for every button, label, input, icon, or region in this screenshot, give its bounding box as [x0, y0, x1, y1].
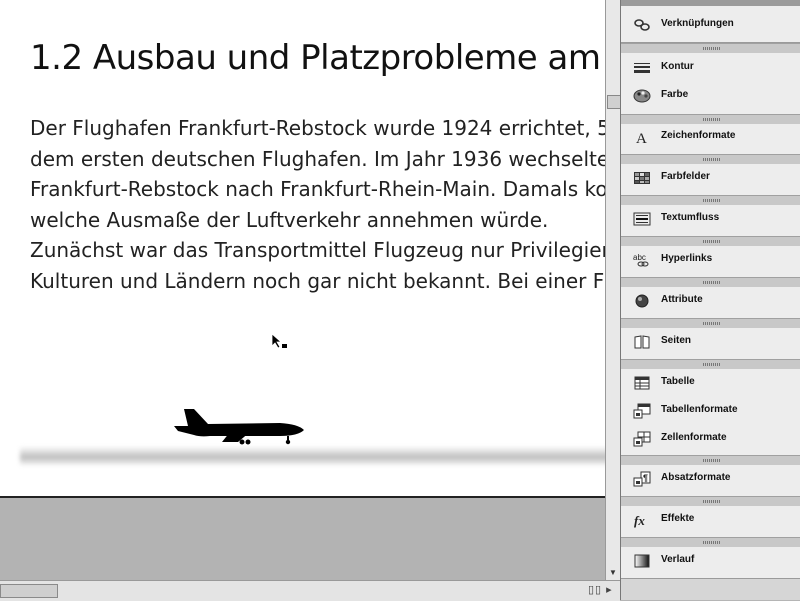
vertical-scroll-thumb[interactable] — [607, 95, 621, 109]
panel-group: Verknüpfungen — [621, 6, 800, 43]
panel-item-label: Hyperlinks — [661, 253, 713, 264]
page-heading: 1.2 Ausbau und Platzprobleme am Fra — [30, 38, 609, 78]
panel-item-stroke[interactable]: Kontur — [621, 55, 800, 81]
panel-item-text-wrap[interactable]: Textumfluss — [621, 206, 800, 232]
effects-icon: fx — [634, 513, 645, 528]
panel-grip[interactable] — [621, 114, 800, 124]
panel-item-links[interactable]: Verknüpfungen — [621, 12, 800, 38]
scroll-arrows-icon[interactable]: ▯▯ ▸ — [588, 583, 613, 596]
panel-item-label: Verlauf — [661, 554, 695, 565]
text-wrap-icon — [633, 212, 651, 226]
panel-grip[interactable] — [621, 455, 800, 465]
runway-graphic — [20, 446, 608, 466]
panel-item-hyperlinks[interactable]: abc Hyperlinks — [621, 247, 800, 273]
panel-group: Tabelle Tabellenformate Zellenformate — [621, 369, 800, 456]
panel-grip[interactable] — [621, 236, 800, 246]
panel-group: Farbfelder — [621, 164, 800, 196]
body-line: Frankfurt-Rebstock nach Frankfurt-Rhein-… — [30, 177, 609, 201]
panel-dock: Verknüpfungen Kontur Farbe A Zeichenform… — [620, 0, 800, 600]
panel-item-label: Absatzformate — [661, 472, 731, 483]
pages-icon — [634, 335, 650, 349]
svg-text:A: A — [636, 131, 647, 145]
panel-group: Verlauf — [621, 547, 800, 579]
panel-group: abc Hyperlinks — [621, 246, 800, 278]
character-styles-icon: A — [636, 131, 647, 145]
gradient-icon — [634, 554, 650, 568]
panel-group: Kontur Farbe — [621, 53, 800, 115]
paragraph-styles-icon: ¶ — [633, 471, 651, 487]
panel-group: Seiten — [621, 328, 800, 360]
body-line: welche Ausmaße der Luftverkehr annehmen … — [30, 207, 549, 232]
panel-grip[interactable] — [621, 43, 800, 53]
stroke-icon — [634, 63, 650, 73]
panel-grip[interactable] — [621, 318, 800, 328]
panel-item-table[interactable]: Tabelle — [621, 370, 800, 396]
links-icon — [634, 19, 650, 31]
body-line: Der Flughafen Frankfurt-Rebstock wurde 1… — [30, 116, 609, 140]
panel-item-gradient[interactable]: Verlauf — [621, 548, 800, 574]
panel-grip[interactable] — [621, 537, 800, 547]
panel-item-label: Textumfluss — [661, 212, 720, 223]
vertical-scrollbar[interactable]: ▼ — [605, 0, 621, 580]
airplane-silhouette — [174, 409, 304, 445]
table-styles-icon — [633, 403, 651, 419]
svg-text:fx: fx — [634, 513, 645, 528]
attributes-icon — [635, 294, 649, 308]
panel-item-swatches[interactable]: Farbfelder — [621, 165, 800, 191]
panel-item-label: Farbfelder — [661, 171, 710, 182]
body-line: dem ersten deutschen Flughafen. Im Jahr … — [30, 146, 609, 171]
panel-item-color[interactable]: Farbe — [621, 83, 800, 109]
body-text-frame[interactable]: Der Flughafen Frankfurt-Rebstock wurde 1… — [30, 113, 609, 296]
panel-group: Textumfluss — [621, 205, 800, 237]
panel-item-character-styles[interactable]: A Zeichenformate — [621, 124, 800, 150]
hyperlinks-icon: abc — [633, 253, 649, 267]
panel-item-cell-styles[interactable]: Zellenformate — [621, 426, 800, 452]
panel-item-label: Zellenformate — [661, 432, 727, 443]
panel-item-label: Tabelle — [661, 376, 695, 387]
panel-group: fx Effekte — [621, 506, 800, 538]
table-icon — [634, 376, 650, 390]
swatches-icon — [634, 172, 650, 184]
panel-item-label: Effekte — [661, 513, 695, 524]
panel-grip[interactable] — [621, 154, 800, 164]
panel-item-label: Zeichenformate — [661, 130, 736, 141]
color-palette-icon — [633, 89, 651, 103]
panel-grip[interactable] — [621, 359, 800, 369]
panel-grip[interactable] — [621, 195, 800, 205]
panel-item-label: Seiten — [661, 335, 692, 346]
panel-item-label: Verknüpfungen — [661, 18, 734, 29]
panel-grip[interactable] — [621, 277, 800, 287]
horizontal-scrollbar[interactable]: ▯▯ ▸ — [0, 580, 620, 601]
body-line: Zunächst war das Transportmittel Flugzeu… — [30, 238, 609, 262]
panel-item-label: Kontur — [661, 61, 694, 72]
panel-item-effects[interactable]: fx Effekte — [621, 507, 800, 533]
pasteboard — [0, 498, 608, 580]
panel-group: A Zeichenformate — [621, 124, 800, 155]
document-page[interactable]: 1.2 Ausbau und Platzprobleme am Fra Der … — [0, 0, 609, 498]
cell-styles-icon — [633, 431, 651, 447]
mouse-cursor-icon — [271, 333, 287, 349]
svg-text:¶: ¶ — [643, 473, 648, 483]
panel-item-table-styles[interactable]: Tabellenformate — [621, 398, 800, 424]
panel-group: Attribute — [621, 287, 800, 319]
svg-text:abc: abc — [633, 253, 646, 262]
panel-group: ¶ Absatzformate — [621, 465, 800, 497]
panel-item-attributes[interactable]: Attribute — [621, 288, 800, 314]
panel-item-label: Farbe — [661, 89, 689, 100]
horizontal-scroll-thumb[interactable] — [0, 584, 58, 598]
panel-item-label: Tabellenformate — [661, 404, 738, 415]
body-line: Kulturen und Ländern noch gar nicht beka… — [30, 268, 609, 293]
panel-item-label: Attribute — [661, 294, 703, 305]
panel-grip[interactable] — [621, 496, 800, 506]
panel-item-pages[interactable]: Seiten — [621, 329, 800, 355]
panel-item-paragraph-styles[interactable]: ¶ Absatzformate — [621, 466, 800, 492]
scroll-down-arrow-icon[interactable]: ▼ — [609, 568, 617, 577]
